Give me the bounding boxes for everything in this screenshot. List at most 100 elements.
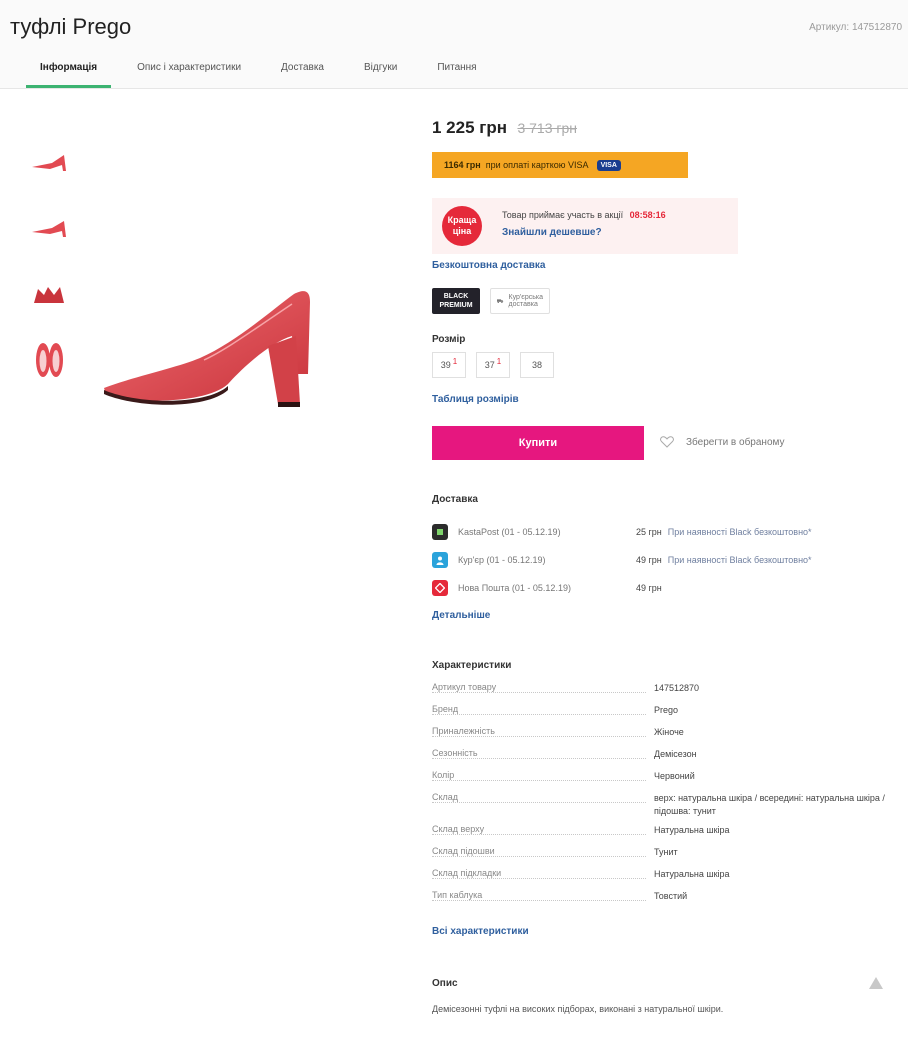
product-header: туфлі Prego Артикул: 147512870 Інформаці…: [0, 0, 908, 89]
delivery-heading: Доставка: [432, 494, 478, 505]
char-value: Тунит: [654, 847, 678, 857]
char-row: Бренд Prego: [432, 704, 892, 726]
char-key: Колір: [432, 770, 457, 780]
delivery-note: При наявності Black безкоштовно*: [667, 527, 812, 537]
char-key: Склад підкладки: [432, 868, 504, 878]
promo-text: Товар приймає участь в акції 08:58:16: [502, 210, 666, 220]
save-to-favorites[interactable]: Зберегти в обраному: [660, 436, 785, 448]
kastapost-icon: [432, 524, 448, 540]
char-row: Склад підкладки Натуральна шкіра: [432, 868, 892, 890]
size-table-link[interactable]: Таблиця розмірів: [432, 394, 519, 405]
delivery-options: KastaPost (01 - 05.12.19) 25 грн При ная…: [432, 518, 892, 602]
char-value: Червоний: [654, 771, 695, 781]
char-row: Тип каблука Товстий: [432, 890, 892, 912]
char-key: Артикул товару: [432, 682, 499, 692]
description-heading: Опис: [432, 978, 458, 989]
shoe-side-icon: [32, 155, 66, 171]
char-key: Тип каблука: [432, 890, 485, 900]
shoe-top-icon: [36, 343, 63, 377]
shoe-side-icon: [32, 221, 66, 237]
free-delivery-link[interactable]: Безкоштовна доставка: [432, 260, 546, 271]
black-premium-badge[interactable]: BLACK PREMIUM: [432, 288, 480, 314]
char-row: Склад верх: натуральна шкіра / всередині:…: [432, 792, 892, 824]
best-price-badge: Краща ціна: [442, 206, 482, 246]
thumbnail-side[interactable]: [28, 138, 70, 186]
courier-person-icon: [432, 552, 448, 568]
service-badges: BLACK PREMIUM Кур'єрська доставка: [432, 288, 550, 314]
char-value: Жіноче: [654, 727, 684, 737]
promo-timer: 08:58:16: [629, 210, 666, 220]
all-characteristics-link[interactable]: Всі характеристики: [432, 926, 529, 937]
char-key: Склад верху: [432, 824, 487, 834]
article-number: Артикул: 147512870: [809, 22, 902, 33]
char-value: Натуральна шкіра: [654, 869, 730, 879]
delivery-price: 25 грн: [636, 527, 662, 537]
tab-description[interactable]: Опис і характеристики: [123, 52, 255, 88]
delivery-note: При наявності Black безкоштовно*: [667, 555, 812, 565]
save-to-favorites-label: Зберегти в обраному: [686, 436, 785, 448]
tab-delivery[interactable]: Доставка: [267, 52, 338, 88]
size-value: 38: [531, 360, 542, 370]
size-stock-count: 1: [496, 356, 502, 366]
size-value: 39: [440, 360, 451, 370]
delivery-name: KastaPost (01 - 05.12.19): [458, 527, 561, 537]
thumbnail-back[interactable]: [28, 270, 70, 318]
char-value: верх: натуральна шкіра / всередині: нату…: [654, 793, 885, 816]
shoe-back-icon: [34, 287, 64, 303]
nova-poshta-icon: [432, 580, 448, 596]
char-row: Склад верху Натуральна шкіра: [432, 824, 892, 846]
char-key: Приналежність: [432, 726, 497, 736]
product-info: 1 225 грн 3 713 грн 1164 грн при оплаті …: [432, 118, 892, 1014]
main-product-image[interactable]: [96, 280, 326, 420]
size-option-39[interactable]: 39 1: [432, 352, 466, 378]
found-cheaper-link[interactable]: Знайшли дешевше?: [502, 227, 602, 238]
delivery-name: Кур'єр (01 - 05.12.19): [458, 555, 546, 565]
size-stock-count: 1: [452, 356, 458, 366]
characteristics-heading: Характеристики: [432, 660, 512, 671]
page-title: туфлі Prego: [10, 14, 132, 39]
thumbnail-list: [28, 138, 74, 402]
delivery-details-link[interactable]: Детальніше: [432, 610, 490, 621]
char-value: 147512870: [654, 683, 700, 693]
tab-info[interactable]: Інформація: [26, 52, 112, 88]
size-selector: 39 1 37 1 38: [432, 352, 554, 378]
visa-price: 1164 грн: [444, 160, 481, 170]
tab-questions[interactable]: Питання: [423, 52, 490, 88]
tab-reviews[interactable]: Відгуки: [350, 52, 411, 88]
price-row: 1 225 грн 3 713 грн: [432, 118, 892, 146]
size-option-38[interactable]: 38: [520, 352, 554, 378]
old-price: 3 713 грн: [517, 120, 578, 136]
char-value: Натуральна шкіра: [654, 825, 730, 835]
courier-delivery-badge[interactable]: Кур'єрська доставка: [490, 288, 550, 314]
delivery-price: 49 грн: [636, 555, 662, 565]
arrow-up-icon: [869, 977, 883, 989]
char-row: Колір Червоний: [432, 770, 892, 792]
visa-badge: VISA: [596, 159, 621, 171]
visa-offer-banner: 1164 грн при оплаті карткою VISA VISA: [432, 152, 688, 178]
char-value: Товстий: [654, 891, 688, 901]
red-shoe-illustration: [104, 291, 310, 407]
thumbnail-top[interactable]: [28, 336, 70, 384]
char-key: Склад: [432, 792, 461, 802]
delivery-option-courier: Кур'єр (01 - 05.12.19) 49 грн При наявно…: [432, 546, 892, 574]
char-row: Артикул товару 147512870: [432, 682, 892, 704]
promo-block: Краща ціна Товар приймає участь в акції …: [432, 198, 738, 254]
description-text: Демісезонні туфлі на високих підборах, в…: [432, 1004, 724, 1014]
size-value: 37: [484, 360, 495, 370]
tab-bar: Інформація Опис і характеристики Доставк…: [26, 52, 491, 88]
heart-icon: [660, 436, 674, 448]
char-key: Склад підошви: [432, 846, 497, 856]
size-label: Розмір: [432, 334, 466, 345]
scroll-to-top-button[interactable]: [868, 976, 884, 995]
char-value: Демісезон: [654, 749, 697, 759]
current-price: 1 225 грн: [432, 118, 507, 137]
thumbnail-side-2[interactable]: [28, 204, 70, 252]
char-key: Бренд: [432, 704, 461, 714]
char-row: Склад підошви Тунит: [432, 846, 892, 868]
delivery-option-kastapost: KastaPost (01 - 05.12.19) 25 грн При ная…: [432, 518, 892, 546]
buy-button[interactable]: Купити: [432, 426, 644, 460]
delivery-option-nova-poshta: Нова Пошта (01 - 05.12.19) 49 грн: [432, 574, 892, 602]
truck-icon: [497, 299, 504, 304]
courier-delivery-label: Кур'єрська доставка: [508, 294, 543, 308]
size-option-37[interactable]: 37 1: [476, 352, 510, 378]
